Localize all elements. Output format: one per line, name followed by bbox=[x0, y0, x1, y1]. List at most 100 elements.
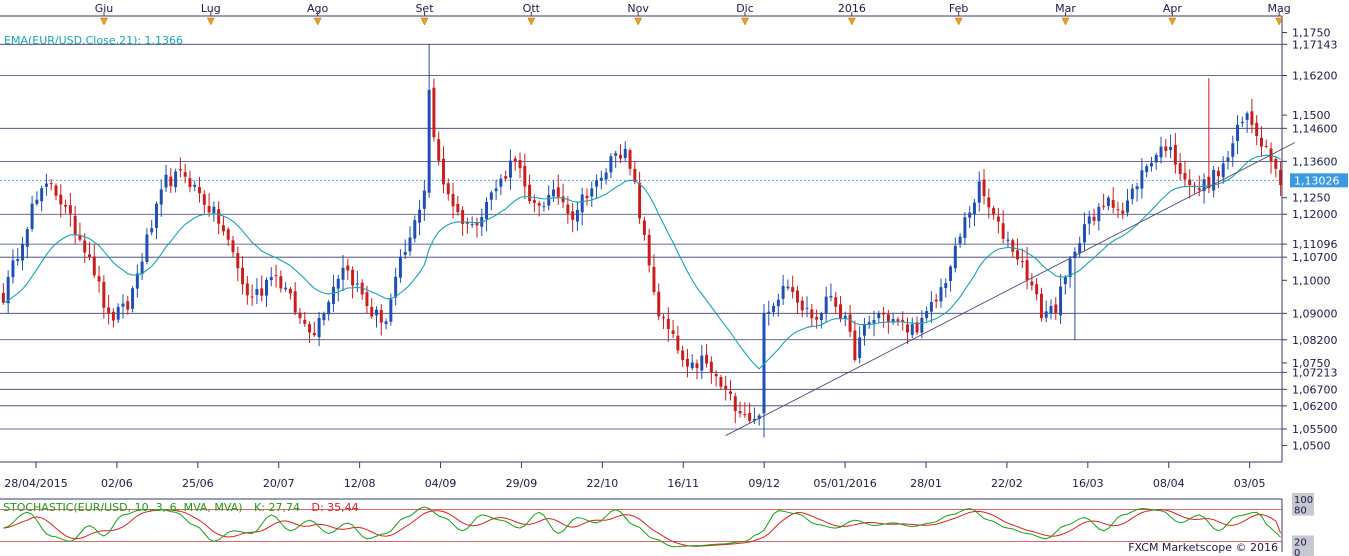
candle-body bbox=[561, 196, 565, 203]
candle-body bbox=[523, 165, 527, 187]
candle-body bbox=[126, 301, 130, 310]
candle-body bbox=[1178, 163, 1182, 174]
date-label: 03/05 bbox=[1234, 477, 1266, 490]
date-label: 04/09 bbox=[425, 477, 457, 490]
candle-body bbox=[174, 171, 178, 188]
stoch-tick-label: 0 bbox=[1294, 548, 1300, 556]
candle-body bbox=[418, 209, 422, 223]
candle-body bbox=[73, 215, 77, 235]
date-label: 22/10 bbox=[587, 477, 619, 490]
candle-body bbox=[1255, 122, 1259, 137]
candle-body bbox=[882, 312, 886, 315]
candle-body bbox=[690, 362, 694, 369]
candle-body bbox=[441, 158, 445, 185]
candle-body bbox=[1259, 137, 1263, 147]
candle-body bbox=[446, 183, 450, 195]
candle-body bbox=[681, 350, 685, 360]
candle-body bbox=[618, 154, 622, 159]
candle-body bbox=[963, 217, 967, 239]
candle-body bbox=[518, 160, 522, 169]
candle-body bbox=[647, 234, 651, 266]
candle-body bbox=[1006, 239, 1010, 241]
chart: Giu Lug Ago Set Ott Nov Dic 2016 Feb Mar Apr Mag28/… bbox=[0, 0, 1349, 556]
candle-body bbox=[384, 321, 388, 325]
chart-background bbox=[0, 0, 1349, 556]
candle-body bbox=[202, 194, 206, 205]
candle-body bbox=[164, 174, 168, 188]
candle-body bbox=[1111, 199, 1115, 208]
candle-body bbox=[150, 228, 154, 233]
candle-body bbox=[590, 188, 594, 197]
candle-body bbox=[1106, 197, 1110, 206]
candle-body bbox=[1154, 154, 1158, 163]
candle-body bbox=[274, 275, 278, 277]
candle-body bbox=[585, 195, 589, 199]
candle-body bbox=[939, 287, 943, 302]
level-label: 1,05500 bbox=[1292, 423, 1338, 436]
candle-body bbox=[1212, 170, 1216, 191]
ema-indicator-label: EMA(EUR/USD.Close,21): 1,1366 bbox=[4, 34, 183, 47]
candle-body bbox=[829, 295, 833, 298]
candle-body bbox=[1035, 284, 1039, 295]
level-label: 1,13600 bbox=[1292, 155, 1338, 168]
candle-body bbox=[815, 316, 819, 320]
candle-body bbox=[255, 289, 259, 295]
candle-body bbox=[49, 183, 53, 185]
candle-body bbox=[781, 285, 785, 299]
stochastic-label-name: STOCHASTIC(EUR/USD, 10, 3, 6, MVA, MVA) bbox=[3, 501, 243, 514]
candle-body bbox=[542, 206, 546, 208]
candle-body bbox=[968, 212, 972, 218]
candle-body bbox=[528, 184, 532, 202]
candle-body bbox=[11, 260, 15, 278]
candle-body bbox=[1016, 250, 1019, 260]
candle-body bbox=[370, 306, 374, 317]
candle-body bbox=[1140, 170, 1144, 189]
candle-body bbox=[284, 287, 288, 290]
candle-body bbox=[188, 178, 192, 188]
candle-body bbox=[260, 288, 264, 296]
candle-body bbox=[331, 286, 335, 305]
candle-body bbox=[853, 330, 857, 361]
candle-body bbox=[800, 300, 804, 311]
candle-body bbox=[231, 240, 235, 253]
date-label: 16/03 bbox=[1072, 477, 1104, 490]
date-label: 28/04/2015 bbox=[4, 477, 67, 490]
candle-body bbox=[183, 172, 187, 177]
candle-body bbox=[671, 330, 675, 334]
candle-body bbox=[30, 203, 34, 230]
candle-body bbox=[341, 267, 345, 280]
stochastic-d-label: D: 35,44 bbox=[311, 501, 358, 514]
candle-body bbox=[169, 176, 173, 187]
candle-body bbox=[786, 286, 790, 289]
candle-body bbox=[265, 279, 268, 296]
candle-body bbox=[159, 189, 163, 205]
candle-body bbox=[217, 209, 221, 224]
candle-body bbox=[1087, 216, 1091, 224]
candle-body bbox=[858, 337, 862, 359]
candle-body bbox=[614, 153, 618, 156]
stoch-tick-label: 80 bbox=[1294, 506, 1307, 517]
date-label: 02/06 bbox=[101, 477, 133, 490]
candle-body bbox=[920, 317, 924, 333]
candle-body bbox=[422, 190, 426, 209]
candle-body bbox=[437, 139, 441, 161]
candle-body bbox=[638, 182, 642, 219]
candle-body bbox=[906, 324, 909, 333]
candle-body bbox=[776, 299, 780, 307]
candle-body bbox=[767, 311, 771, 314]
candle-body bbox=[308, 324, 312, 333]
candle-body bbox=[403, 252, 407, 255]
candle-body bbox=[1231, 143, 1235, 157]
candle-body bbox=[398, 256, 402, 278]
candle-body bbox=[1145, 166, 1149, 173]
price-tick-label: 1,1250 bbox=[1292, 192, 1331, 205]
candle-body bbox=[489, 192, 493, 200]
candle-body bbox=[64, 204, 68, 207]
candle-body bbox=[394, 276, 398, 298]
candle-body bbox=[1126, 200, 1130, 213]
candle-body bbox=[1164, 146, 1168, 151]
candle-body bbox=[566, 204, 570, 214]
candle-body bbox=[1159, 146, 1163, 158]
candle-body bbox=[375, 309, 378, 316]
date-label: 09/12 bbox=[748, 477, 780, 490]
